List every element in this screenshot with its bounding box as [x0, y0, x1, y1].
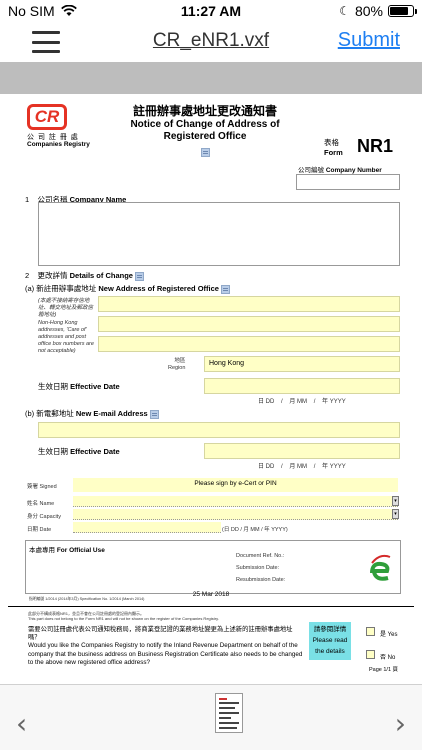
effective-date-a-field[interactable]: [204, 378, 400, 394]
capacity-label-zh: 身分: [27, 514, 39, 520]
address-line-2-field[interactable]: [98, 316, 400, 332]
moon-icon: ☾: [339, 4, 350, 18]
region-field[interactable]: Hong Kong: [204, 356, 400, 372]
carrier-label: No SIM: [8, 3, 55, 19]
name-field[interactable]: ▾: [73, 496, 399, 507]
section-a-label-zh: 新註冊辦事處地址: [36, 284, 97, 293]
prev-page-icon[interactable]: ‹: [16, 707, 27, 740]
name-label-zh: 姓名: [27, 501, 39, 507]
page-thumbnail[interactable]: [215, 693, 243, 733]
company-no-label-en: Company Number: [325, 167, 382, 174]
comment-icon[interactable]: [149, 409, 159, 419]
status-bar: No SIM 11:27 AM ☾ 80%: [0, 0, 422, 22]
section-b-prefix: (b): [25, 409, 35, 418]
effective-date-b-field[interactable]: [204, 443, 400, 459]
no-label: 否 No: [380, 655, 396, 661]
company-number-field[interactable]: [296, 174, 400, 190]
page-indicator: Page 1/1 頁: [369, 667, 399, 673]
battery-level: [390, 7, 408, 15]
comment-icon[interactable]: [221, 284, 231, 294]
submission-date-label: Submission Date:: [236, 565, 280, 571]
email-address-field[interactable]: [38, 422, 400, 438]
signed-label-en: Signed: [39, 484, 57, 490]
bottom-note-en: This part does not belong to the Form NR…: [28, 616, 219, 621]
address-note-zh: (本處不接納寄存信地址、轉交地址及郵政信箱地址): [38, 298, 94, 318]
date-label-en: Date: [39, 527, 52, 533]
comment-icon[interactable]: [135, 271, 145, 281]
section-2-label-zh: 更改詳情: [37, 271, 68, 280]
battery-icon: [388, 5, 417, 17]
sign-date-field[interactable]: [73, 522, 221, 533]
company-no-label-zh: 公司編號: [298, 167, 324, 174]
registry-name-en: Companies Registry: [27, 141, 90, 148]
bottom-toolbar: ‹ ›: [0, 684, 422, 750]
capacity-dropdown-icon[interactable]: ▾: [392, 509, 399, 519]
date-format-hint: (日 DD / 月 MM / 年 YYYY): [222, 527, 288, 533]
region-label-zh: 地區: [174, 358, 186, 364]
date-label-zh: 日期: [27, 527, 39, 533]
address-note-en: Non-Hong Kong addresses, 'Care of' addre…: [38, 320, 94, 354]
name-dropdown-icon[interactable]: ▾: [392, 496, 399, 506]
doc-ref-label: Document Ref. No.:: [236, 553, 285, 559]
section-2-number: 2: [25, 271, 30, 280]
official-label-en: For Official Use: [56, 547, 105, 554]
date-mm-label: 月 MM: [289, 399, 308, 405]
date-dd-label: 日 DD: [258, 464, 275, 470]
region-label-en: Region: [168, 365, 186, 371]
details-line-1: 請參閱詳情: [313, 626, 347, 633]
capacity-label-en: Capacity: [39, 514, 61, 520]
print-date: 25 Mar 2018: [192, 591, 230, 598]
no-checkbox[interactable]: [366, 650, 375, 659]
official-use-box: 本處專用 For Official Use Document Ref. No.:…: [25, 540, 401, 594]
read-details-button[interactable]: 請參閱詳情 Please read the details: [309, 622, 351, 660]
name-label-en: Name: [39, 501, 55, 507]
comment-icon[interactable]: [201, 148, 210, 157]
section-a-prefix: (a): [25, 284, 35, 293]
form-title-en-2: Registered Office: [163, 131, 247, 142]
resubmission-date-label: Resubmission Date:: [236, 577, 286, 583]
official-label-zh: 本處專用: [29, 547, 55, 554]
effective-date-b-label-zh: 生效日期: [38, 447, 68, 456]
form-title-zh: 註冊辦事處地址更改通知書: [132, 104, 277, 118]
divider: [8, 606, 414, 607]
date-dd-label: 日 DD: [258, 399, 275, 405]
form-title-en-1: Notice of Change of Address of: [130, 119, 280, 130]
battery-percent: 80%: [354, 3, 383, 19]
form-label-en: Form: [324, 148, 343, 157]
yes-checkbox[interactable]: [366, 627, 375, 636]
company-name-field[interactable]: [38, 202, 400, 266]
toolbar-band: [0, 62, 422, 94]
form-number: NR1: [357, 136, 394, 156]
date-yyyy-label: 年 YYYY: [322, 399, 346, 405]
question-en: Would you like the Companies Registry to…: [28, 642, 303, 666]
cr-logo: CR: [27, 104, 67, 130]
section-1-number: 1: [25, 195, 30, 204]
address-line-1-field[interactable]: [98, 296, 400, 312]
wifi-icon: [60, 5, 77, 16]
form-label-zh: 表格: [324, 138, 339, 147]
address-line-3-field[interactable]: [98, 336, 400, 352]
signed-label-zh: 簽署: [27, 484, 39, 490]
signature-field[interactable]: Please sign by e-Cert or PIN: [73, 478, 398, 492]
section-2-label-en: Details of Change: [69, 271, 133, 280]
details-line-3: the details: [315, 648, 345, 655]
e-registry-logo-icon: [370, 554, 391, 581]
effective-date-label-zh: 生效日期: [38, 382, 68, 391]
section-b-label-zh: 新電郵地址: [36, 409, 74, 418]
form-page: CR 公 司 註 冊 處 Companies Registry 註冊辦事處地址更…: [0, 94, 422, 684]
question-zh: 需要公司註冊處代表公司通知稅務局，將商業登記證的業務地址變更為上述新的註冊辦事處…: [28, 626, 293, 642]
capacity-field[interactable]: ▾: [73, 509, 399, 520]
effective-date-label-en: Effective Date: [70, 382, 120, 391]
yes-label: 是 Yes: [380, 632, 398, 638]
date-yyyy-label: 年 YYYY: [322, 464, 346, 470]
date-mm-label: 月 MM: [289, 464, 308, 470]
details-line-2: Please read: [312, 637, 348, 644]
effective-date-b-label-en: Effective Date: [70, 447, 120, 456]
section-b-label-en: New E-mail Address: [75, 409, 148, 418]
submit-button[interactable]: Submit: [338, 29, 400, 52]
section-a-label-en: New Address of Registered Office: [98, 284, 219, 293]
next-page-icon[interactable]: ›: [395, 707, 406, 740]
nav-bar: CR_eNR1.vxf Submit: [0, 22, 422, 62]
